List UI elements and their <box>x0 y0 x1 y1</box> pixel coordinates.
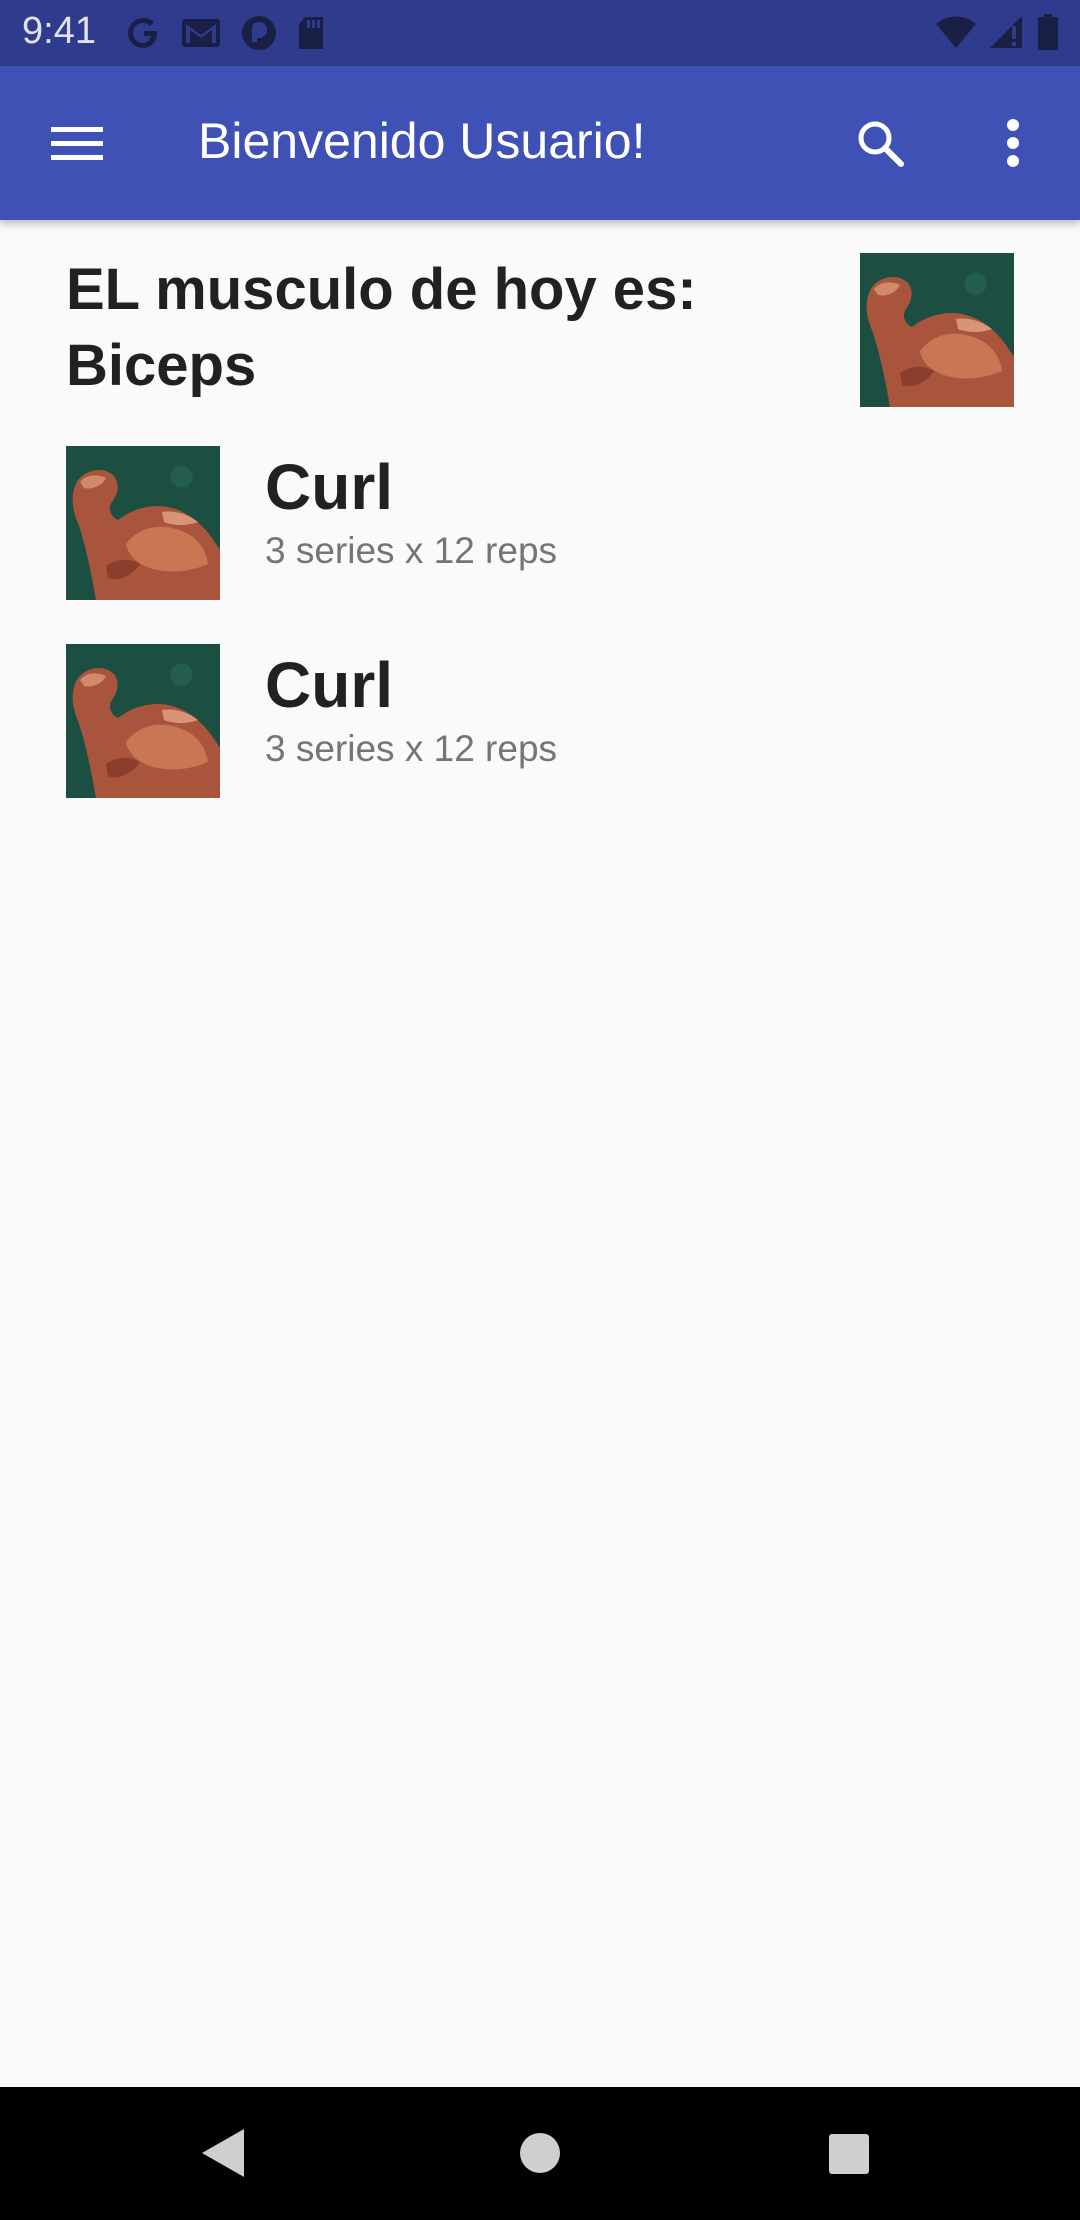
app-bar: Bienvenido Usuario! <box>0 66 1080 220</box>
back-icon <box>202 2129 244 2177</box>
google-icon <box>128 18 157 48</box>
exercise-detail: 3 series x 12 reps <box>265 530 558 571</box>
menu-icon <box>51 127 103 160</box>
muscle-image <box>860 253 1014 407</box>
recents-button[interactable] <box>828 2133 870 2180</box>
exercise-image <box>66 644 220 798</box>
muscle-of-day-title: EL musculo de hoy es: Biceps <box>66 257 697 398</box>
recents-icon <box>829 2134 869 2174</box>
menu-button[interactable] <box>40 111 114 175</box>
search-button[interactable] <box>848 111 912 175</box>
status-icons-right <box>936 14 1058 50</box>
navigation-bar <box>0 2087 1080 2220</box>
exercise-name: Curl <box>265 649 393 721</box>
more-vert-icon <box>1007 119 1019 167</box>
battery-icon <box>1038 14 1058 50</box>
list-item[interactable]: Curl 3 series x 12 reps <box>66 644 1006 798</box>
home-icon <box>520 2133 560 2173</box>
home-button[interactable] <box>518 2131 562 2180</box>
list-item[interactable]: Curl 3 series x 12 reps <box>66 446 1006 600</box>
wifi-icon <box>936 16 976 48</box>
status-time: 9:41 <box>22 10 96 52</box>
pocket-casts-icon <box>242 16 276 50</box>
search-icon <box>858 121 904 167</box>
status-icons-left <box>126 14 326 52</box>
app-title: Bienvenido Usuario! <box>198 113 646 169</box>
back-button[interactable] <box>200 2127 246 2184</box>
signal-icon <box>990 16 1022 48</box>
gmail-icon <box>182 19 220 47</box>
exercise-detail: 3 series x 12 reps <box>265 728 558 769</box>
screen: 9:41 Bienvenido Usuario! EL musculo de h… <box>0 0 1080 2220</box>
exercise-image <box>66 446 220 600</box>
more-options-button[interactable] <box>988 111 1038 175</box>
sd-card-icon <box>299 17 323 49</box>
status-bar: 9:41 <box>0 0 1080 66</box>
exercise-name: Curl <box>265 451 393 523</box>
